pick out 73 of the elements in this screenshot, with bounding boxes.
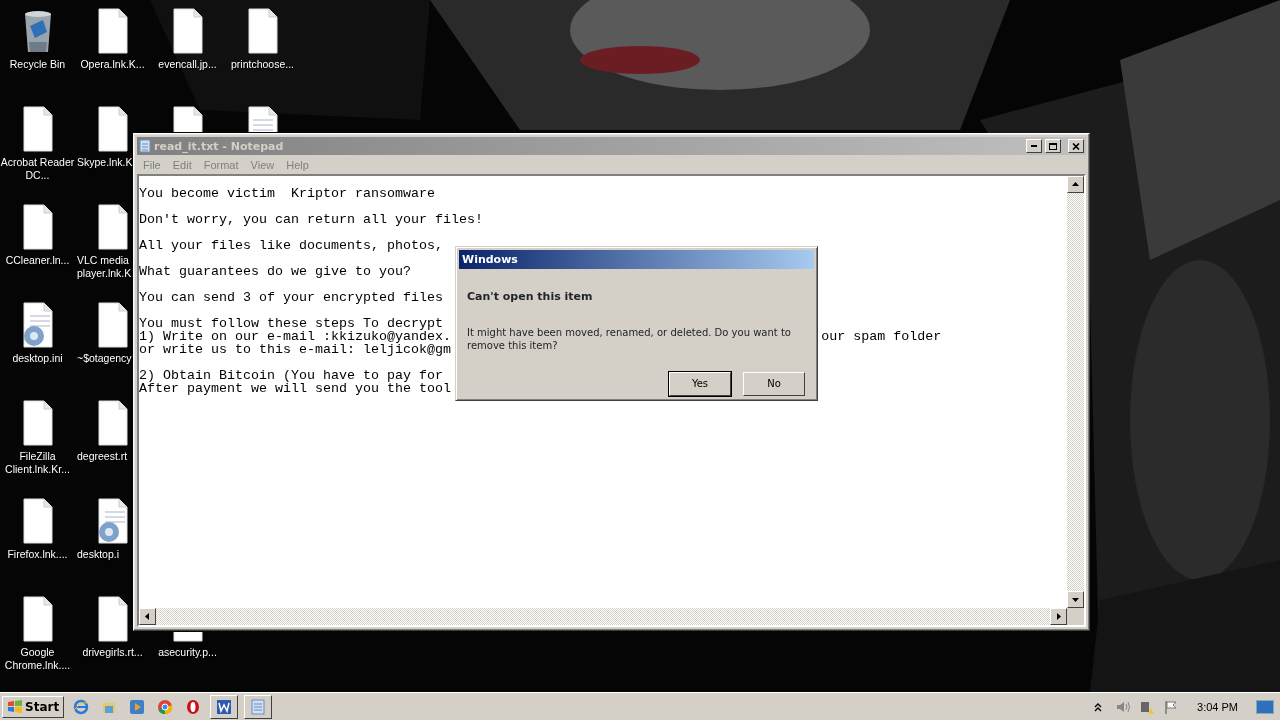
notepad-icon [139, 139, 151, 153]
start-button[interactable]: Start [2, 695, 65, 718]
icon-label[interactable]: desktop.i [77, 548, 120, 561]
round-browser-icon[interactable] [157, 698, 174, 715]
maximize-icon [1049, 142, 1057, 150]
icon-label[interactable]: Opera.lnk.K... [80, 58, 145, 71]
text-line: our spam folder [821, 330, 942, 343]
icon-label[interactable]: Firefox.lnk.... [7, 548, 68, 561]
settings-file-icon[interactable] [20, 302, 55, 348]
show-desktop-button[interactable] [1256, 699, 1274, 714]
icon-label[interactable]: degreest.rt [77, 450, 128, 463]
icon-label[interactable]: VLC media player.lnk.K [77, 254, 132, 280]
scrollbar-corner [1067, 608, 1084, 625]
word-task-button[interactable] [210, 694, 239, 719]
icon-label[interactable]: Skype.lnk.K [77, 156, 132, 169]
settings-file-icon[interactable] [95, 498, 130, 544]
start-logo-icon [7, 699, 23, 714]
vertical-scrollbar[interactable] [1067, 176, 1084, 608]
dialog-heading: Can't open this item [467, 289, 594, 305]
file-icon[interactable] [245, 8, 280, 54]
text-line: You can send 3 of your encrypted files [139, 290, 443, 305]
file-icon[interactable] [95, 302, 130, 348]
icon-label[interactable]: CCleaner.ln... [5, 254, 70, 267]
text-line: 1) Write on our e-mail :kkizuko@yandex. [139, 330, 451, 343]
text-line: Don't worry, you can return all your files! [139, 212, 483, 227]
notepad-task-button[interactable] [244, 694, 273, 719]
clock[interactable]: 3:04 PM [1197, 700, 1238, 713]
maximize-button[interactable] [1045, 139, 1061, 153]
icon-label[interactable]: Google Chrome.lnk.... [0, 646, 75, 672]
file-icon[interactable] [20, 498, 55, 544]
w-document-icon [216, 698, 233, 715]
text-line: What guarantees do we give to you? [139, 264, 411, 279]
icon-label[interactable]: asecurity.p... [158, 646, 217, 659]
text-line: or write us to this e-mail: leljicok@gm [139, 342, 451, 357]
file-icon[interactable] [95, 400, 130, 446]
dialog-button[interactable]: No [743, 371, 805, 396]
icon-label[interactable]: Recycle Bin [9, 58, 66, 71]
icon-label[interactable]: drivegirls.rt... [82, 646, 143, 659]
text-line: After payment we will send you the tool [139, 381, 451, 396]
file-icon[interactable] [95, 8, 130, 54]
notepad-icon [251, 698, 266, 715]
dialog-message: It might have been moved, renamed, or deleted. Do you want to remove this item? [467, 325, 792, 352]
close-icon [1072, 142, 1080, 150]
icon-label[interactable]: desktop.ini [12, 352, 63, 365]
icon-label[interactable]: FileZilla Client.lnk.Kr... [0, 450, 75, 476]
minimize-icon [1031, 145, 1037, 147]
file-icon[interactable] [20, 596, 55, 642]
close-button[interactable] [1068, 139, 1084, 153]
text-line: You become victim Kriptor ransomware [139, 186, 435, 201]
file-icon[interactable] [170, 8, 205, 54]
file-icon[interactable] [95, 106, 130, 152]
o-ring-logo-icon[interactable] [185, 698, 202, 715]
file-icon[interactable] [20, 400, 55, 446]
icon-label[interactable]: ~$otagency [77, 352, 132, 365]
icon-label[interactable]: printchoose... [230, 58, 294, 71]
minimize-button[interactable] [1026, 139, 1042, 153]
dialog-button[interactable]: Yes [669, 371, 731, 396]
file-icon[interactable] [95, 204, 130, 250]
icon-label[interactable]: Acrobat Reader DC... [0, 156, 75, 182]
file-icon[interactable] [95, 596, 130, 642]
file-icon[interactable] [20, 204, 55, 250]
browser-icon[interactable] [73, 698, 90, 715]
text-file-icon[interactable] [245, 106, 280, 132]
icon-label[interactable]: evencall.jp... [158, 58, 217, 71]
text-line: You must follow these steps To decrypt [139, 316, 443, 331]
file-icon[interactable] [170, 106, 205, 132]
window-title: read_it.txt - Notepad [154, 139, 285, 153]
text-line: All your files like documents, photos, [139, 238, 443, 253]
media-player-icon[interactable] [129, 698, 146, 715]
file-icon[interactable] [20, 106, 55, 152]
dialog-title: Windows [459, 250, 814, 269]
text-line: 2) Obtain Bitcoin (You have to pay for [139, 368, 443, 383]
horizontal-scrollbar[interactable] [139, 608, 1067, 625]
